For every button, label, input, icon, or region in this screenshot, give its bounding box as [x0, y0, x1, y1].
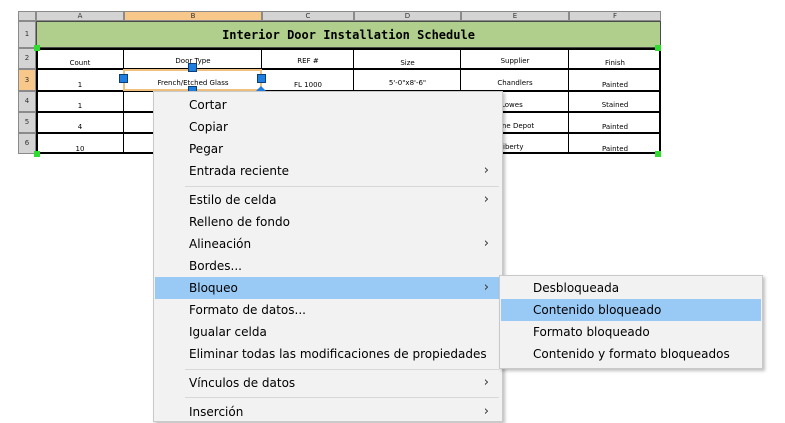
table-title-row[interactable]: Interior Door Installation Schedule	[36, 21, 661, 48]
submenu-item-contenido-y-formato-bloqueados[interactable]: Contenido y formato bloqueados	[501, 343, 761, 365]
column-header-e[interactable]: E	[461, 11, 569, 21]
menu-item-formato-de-datos[interactable]: Formato de datos...	[155, 299, 501, 321]
table-cell[interactable]: Painted	[569, 81, 661, 89]
table-cell[interactable]: 1	[36, 81, 124, 89]
header-cell-count[interactable]: Count	[36, 59, 124, 67]
cell-grip-handle[interactable]	[119, 74, 128, 83]
menu-item-copiar[interactable]: Copiar	[155, 116, 501, 138]
column-header-f[interactable]: F	[569, 11, 661, 21]
row-header-5[interactable]: 5	[18, 112, 36, 133]
header-cell-size[interactable]: Size	[354, 59, 461, 67]
selection-corner-handle[interactable]	[34, 45, 40, 51]
submenu-arrow-icon: ›	[483, 192, 489, 207]
row-header-1[interactable]: 1	[18, 21, 36, 48]
menu-item-entrada-reciente[interactable]: Entrada reciente ›	[155, 160, 501, 182]
table-cell[interactable]: 10	[36, 145, 124, 153]
menu-item-alineacion[interactable]: Alineación ›	[155, 233, 501, 255]
selection-corner-handle[interactable]	[34, 151, 40, 157]
table-cell[interactable]: Chandlers	[461, 79, 569, 87]
menu-item-relleno-de-fondo[interactable]: Relleno de fondo	[155, 211, 501, 233]
column-header-a[interactable]: A	[36, 11, 124, 21]
menu-item-pegar[interactable]: Pegar	[155, 138, 501, 160]
menu-item-eliminar-modificaciones[interactable]: Eliminar todas las modificaciones de pro…	[155, 343, 501, 365]
column-header-c[interactable]: C	[262, 11, 354, 21]
submenu-item-desbloqueada[interactable]: Desbloqueada	[501, 277, 761, 299]
menu-item-bloqueo[interactable]: Bloqueo ›	[155, 277, 501, 299]
table-cell[interactable]: 1	[36, 102, 124, 110]
table-cell[interactable]: Stained	[569, 101, 661, 109]
menu-separator	[185, 186, 499, 187]
submenu-arrow-icon: ›	[483, 280, 489, 295]
menu-item-vinculos-de-datos[interactable]: Vínculos de datos ›	[155, 372, 501, 394]
selection-corner-handle[interactable]	[655, 45, 661, 51]
column-header-b[interactable]: B	[124, 11, 262, 21]
cell-grip-handle[interactable]	[188, 63, 197, 72]
column-header-d[interactable]: D	[354, 11, 461, 21]
menu-item-igualar-celda[interactable]: Igualar celda	[155, 321, 501, 343]
table-cell[interactable]: Painted	[569, 145, 661, 153]
header-cell-ref[interactable]: REF #	[262, 57, 354, 65]
submenu-arrow-icon: ›	[483, 404, 489, 419]
context-menu: Cortar Copiar Pegar Entrada reciente › Es…	[153, 91, 503, 422]
submenu-item-formato-bloqueado[interactable]: Formato bloqueado	[501, 321, 761, 343]
table-cell[interactable]: Painted	[569, 123, 661, 131]
table-cell[interactable]: FL 1000	[262, 81, 354, 89]
menu-separator	[185, 397, 499, 398]
menu-item-estilo-de-celda[interactable]: Estilo de celda ›	[155, 189, 501, 211]
menu-item-cortar[interactable]: Cortar	[155, 94, 501, 116]
row-header-2[interactable]: 2	[18, 48, 36, 69]
corner-header[interactable]	[18, 11, 36, 21]
menu-item-bordes[interactable]: Bordes...	[155, 255, 501, 277]
lock-submenu: Desbloqueada Contenido bloqueado Formato…	[499, 275, 763, 369]
header-cell-supplier[interactable]: Supplier	[461, 57, 569, 65]
menu-item-insercion[interactable]: Inserción ›	[155, 401, 501, 423]
menu-separator	[185, 369, 499, 370]
table-cell[interactable]: 4	[36, 123, 124, 131]
selection-corner-handle[interactable]	[655, 151, 661, 157]
submenu-arrow-icon: ›	[483, 236, 489, 251]
table-title: Interior Door Installation Schedule	[222, 28, 475, 42]
row-header-4[interactable]: 4	[18, 91, 36, 112]
table-cell[interactable]: 5'-0"x8'-6"	[354, 79, 461, 87]
header-cell-finish[interactable]: Finish	[569, 59, 661, 67]
row-header-3[interactable]: 3	[18, 69, 36, 91]
submenu-arrow-icon: ›	[483, 163, 489, 178]
cell-grip-handle[interactable]	[257, 74, 266, 83]
submenu-item-contenido-bloqueado[interactable]: Contenido bloqueado	[501, 299, 761, 321]
submenu-arrow-icon: ›	[483, 375, 489, 390]
